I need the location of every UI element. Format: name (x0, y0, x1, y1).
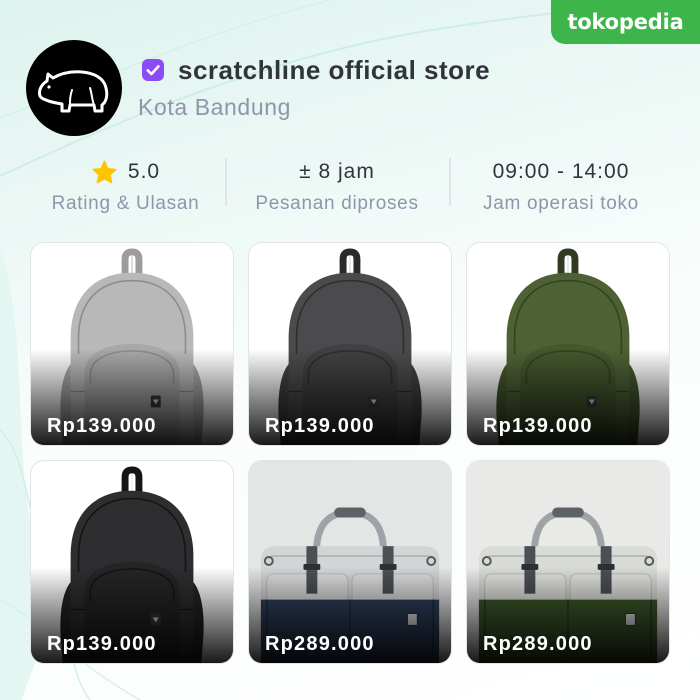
stat-operating-hours: 09:00 - 14:00 Jam operasi toko (449, 155, 673, 217)
product-price: Rp139.000 (265, 415, 375, 437)
product-card[interactable]: Rp139.000 (30, 242, 234, 446)
processing-time-value: ± 8 jam (299, 160, 375, 183)
product-price: Rp139.000 (483, 415, 593, 437)
product-price: Rp139.000 (47, 633, 157, 655)
star-icon (91, 159, 118, 186)
product-price: Rp289.000 (483, 633, 593, 655)
product-card[interactable]: Rp139.000 (248, 242, 452, 446)
processing-time-label: Pesanan diproses (255, 193, 419, 214)
brand-logo-text: tokopedia (567, 10, 684, 34)
operating-hours-value: 09:00 - 14:00 (492, 160, 630, 183)
tokopedia-logo: tokopedia (551, 0, 700, 44)
official-store-badge-icon (141, 58, 165, 82)
operating-hours-label: Jam operasi toko (483, 193, 639, 214)
product-card[interactable]: Rp139.000 (466, 242, 670, 446)
wombat-logo-icon (38, 70, 109, 113)
store-location: Kota Bandung (138, 94, 291, 120)
stat-rating[interactable]: 5.0 Rating & Ulasan (26, 155, 225, 217)
store-card: tokopedia scratchline official store Kot… (0, 0, 700, 700)
product-price: Rp139.000 (47, 415, 157, 437)
product-price: Rp289.000 (265, 633, 375, 655)
rating-label: Rating & Ulasan (51, 193, 200, 214)
rating-value: 5.0 (127, 160, 161, 183)
store-name[interactable]: scratchline official store (178, 54, 490, 86)
store-avatar[interactable] (26, 40, 122, 136)
product-card[interactable]: Rp139.000 (30, 460, 234, 664)
stat-rating-value-row: 5.0 (26, 158, 225, 186)
stat-processing-time: ± 8 jam Pesanan diproses (225, 155, 449, 217)
product-card[interactable]: Rp289.000 (466, 460, 670, 664)
product-card[interactable]: Rp289.000 (248, 460, 452, 664)
